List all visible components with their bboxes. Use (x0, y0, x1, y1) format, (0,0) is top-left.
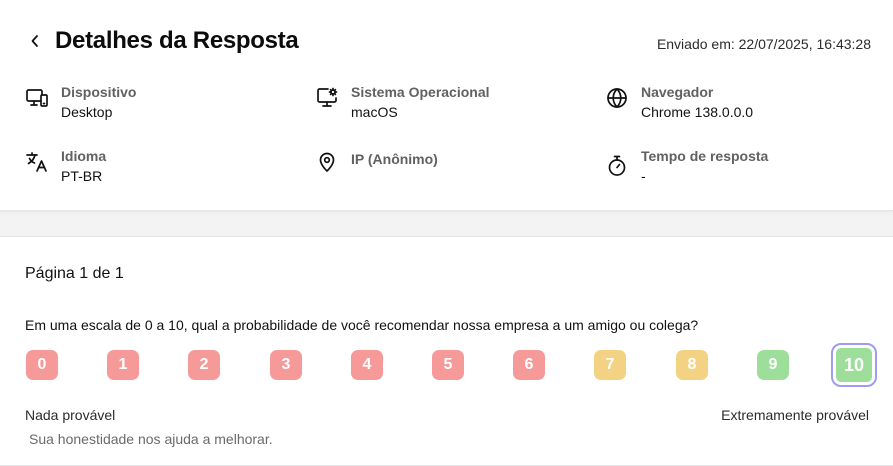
header: Detalhes da Resposta Enviado em: 22/07/2… (25, 27, 871, 57)
info-ip: IP (Anônimo) (315, 148, 438, 174)
info-device: Dispositivo Desktop (25, 84, 136, 120)
scale-option-5[interactable]: 5 (432, 350, 464, 380)
info-label: Idioma (61, 148, 107, 164)
stopwatch-icon (608, 155, 626, 176)
nps-scale: 0 1 2 3 4 5 6 7 8 9 10 (25, 343, 877, 387)
desktop-icon (26, 89, 48, 107)
info-value: Desktop (61, 104, 113, 120)
location-pin-icon (319, 152, 335, 172)
survey-card: Página 1 de 1 Em uma escala de 0 a 10, q… (0, 236, 893, 466)
translate-icon (26, 152, 47, 172)
scale-option-3[interactable]: 3 (270, 350, 302, 380)
chevron-left-icon (31, 35, 38, 47)
info-label: Sistema Operacional (351, 84, 490, 100)
info-value: - (641, 168, 646, 184)
scale-option-8[interactable]: 8 (676, 350, 708, 380)
scale-option-2[interactable]: 2 (188, 350, 220, 380)
scale-high-label: Extremamente provável (721, 407, 869, 423)
monitor-settings-icon (317, 87, 338, 107)
scale-option-0[interactable]: 0 (26, 350, 58, 380)
page-title: Detalhes da Resposta (55, 27, 299, 54)
helper-text: Sua honestidade nos ajuda a melhorar. (29, 431, 273, 447)
back-button[interactable] (25, 30, 45, 52)
info-value: PT-BR (61, 168, 103, 184)
info-os: Sistema Operacional macOS (315, 84, 490, 120)
page-indicator: Página 1 de 1 (25, 265, 124, 282)
info-value: macOS (351, 104, 398, 120)
info-value: Chrome 138.0.0.0 (641, 104, 754, 120)
info-grid: Dispositivo Desktop Sistema Operacional … (25, 84, 885, 188)
scale-option-9[interactable]: 9 (757, 350, 789, 380)
globe-icon (607, 88, 627, 108)
info-browser: Navegador Chrome 138.0.0.0 (605, 84, 753, 120)
scale-option-6[interactable]: 6 (513, 350, 545, 380)
scale-option-10[interactable]: 10 (831, 343, 877, 387)
info-label: Dispositivo (61, 84, 137, 100)
response-details-card: Detalhes da Resposta Enviado em: 22/07/2… (0, 0, 893, 211)
info-label: Tempo de resposta (641, 148, 769, 164)
info-label: Navegador (641, 84, 714, 100)
scale-low-label: Nada provável (25, 407, 116, 423)
scale-option-1[interactable]: 1 (107, 350, 139, 380)
sent-timestamp: Enviado em: 22/07/2025, 16:43:28 (656, 36, 871, 52)
question-text: Em uma escala de 0 a 10, qual a probabil… (25, 317, 699, 333)
info-label: IP (Anônimo) (351, 151, 438, 167)
info-language: Idioma PT-BR (25, 148, 106, 184)
info-response-time: Tempo de resposta - (605, 148, 768, 184)
scale-option-7[interactable]: 7 (594, 350, 626, 380)
scale-option-4[interactable]: 4 (351, 350, 383, 380)
